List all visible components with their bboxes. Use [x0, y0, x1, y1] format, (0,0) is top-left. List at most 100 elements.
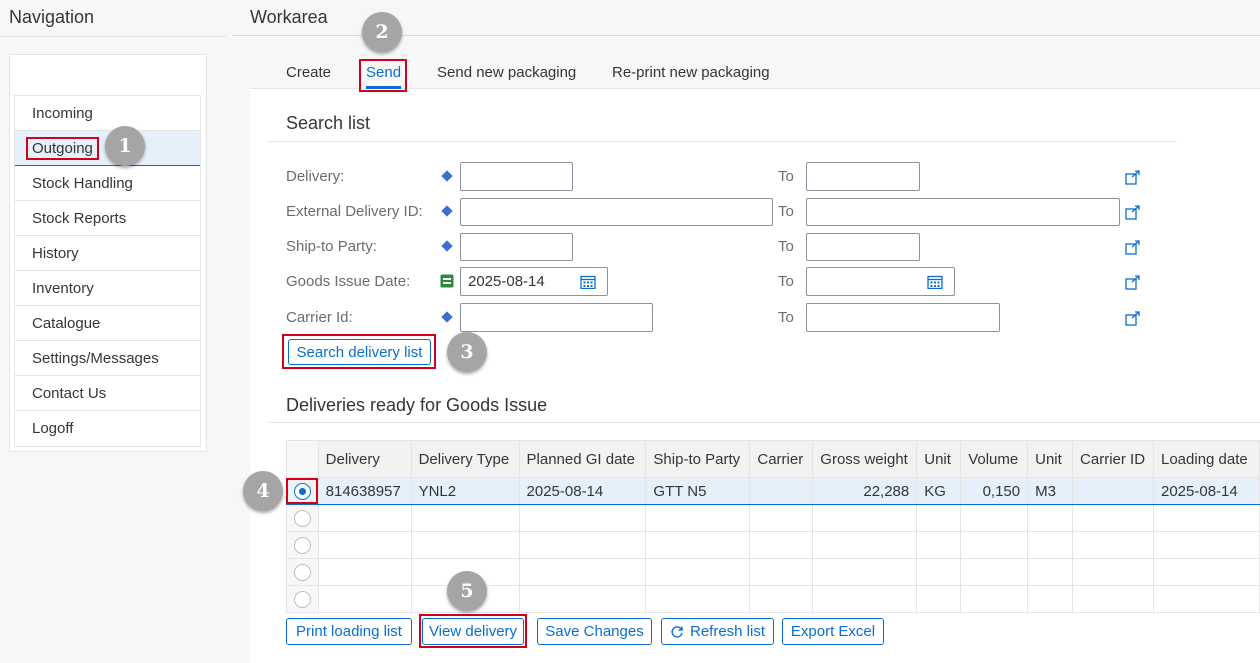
search-delivery-list-button[interactable]: Search delivery list	[288, 339, 431, 365]
delivery-from-input[interactable]	[460, 162, 573, 191]
search-list-title: Search list	[286, 113, 371, 133]
table-cell: 2025-08-14	[1153, 477, 1260, 505]
table-cell	[1027, 531, 1074, 559]
nav-item-history[interactable]: History	[15, 236, 200, 271]
row-selector[interactable]	[286, 531, 319, 559]
table-cell	[645, 558, 751, 586]
ship-to-party-to-input[interactable]	[806, 233, 920, 261]
external-delivery-id-to-input[interactable]	[806, 198, 1120, 226]
table-cell	[645, 585, 751, 613]
table-cell	[317, 558, 412, 586]
multiple-selection-icon[interactable]	[1125, 274, 1141, 290]
table-cell	[916, 531, 962, 559]
column-header-delivery[interactable]: Delivery	[317, 440, 412, 478]
view-delivery-button[interactable]: View delivery	[422, 618, 524, 645]
multiple-selection-icon[interactable]	[1125, 310, 1141, 326]
highlight-box-row-select	[286, 478, 318, 504]
carrier-id-from-input[interactable]	[460, 303, 653, 332]
column-header-carrier[interactable]: Carrier	[749, 440, 814, 478]
table-cell	[645, 531, 751, 559]
carrier-id-to-input[interactable]	[806, 303, 1000, 332]
tab-create[interactable]: Create	[286, 64, 331, 81]
table-cell	[749, 558, 814, 586]
nav-item-catalogue[interactable]: Catalogue	[15, 306, 200, 341]
nav-item-label: Catalogue	[32, 314, 101, 332]
row-selector[interactable]	[286, 585, 319, 613]
table-cell	[1072, 531, 1154, 559]
tab-send-new-packaging[interactable]: Send new packaging	[437, 64, 576, 81]
column-header-gross-weight[interactable]: Gross weight	[812, 440, 918, 478]
refresh-list-button[interactable]: Refresh list	[661, 618, 774, 645]
multiple-selection-icon[interactable]	[1125, 204, 1141, 220]
external-delivery-id-from-input[interactable]	[460, 198, 773, 226]
table-cell: 22,288	[812, 477, 918, 505]
column-header-loading-date[interactable]: Loading date	[1153, 440, 1260, 478]
goods-issue-date-from-value: 2025-08-14	[468, 273, 545, 290]
table-cell	[916, 504, 962, 532]
multiple-selection-icon[interactable]	[1125, 239, 1141, 255]
nav-item-label: Settings/Messages	[32, 349, 159, 367]
calendar-green-icon	[440, 274, 454, 288]
nav-item-settings-messages[interactable]: Settings/Messages	[15, 341, 200, 376]
row-radio-button[interactable]	[293, 563, 311, 581]
column-header-volume[interactable]: Volume	[960, 440, 1029, 478]
nav-item-stock-reports[interactable]: Stock Reports	[15, 201, 200, 236]
table-cell	[518, 585, 647, 613]
select-all-header[interactable]	[286, 440, 319, 478]
row-radio-button[interactable]	[293, 509, 311, 527]
nav-item-contact-us[interactable]: Contact Us	[15, 376, 200, 411]
table-row-empty	[286, 558, 1260, 586]
ship-to-party-to-label: To	[778, 238, 794, 255]
table-cell	[317, 504, 412, 532]
nav-item-incoming[interactable]: Incoming	[15, 96, 200, 131]
table-cell	[1072, 585, 1154, 613]
callout-badge: 1	[105, 126, 145, 166]
table-cell	[1153, 531, 1260, 559]
multiple-selection-icon[interactable]	[1125, 169, 1141, 185]
row-radio-button[interactable]	[293, 590, 311, 608]
row-selector[interactable]	[286, 504, 319, 532]
row-radio-button[interactable]	[293, 536, 311, 554]
table-cell	[812, 504, 918, 532]
ship-to-party-label: Ship-to Party:	[286, 238, 377, 255]
table-cell	[518, 558, 647, 586]
column-header-carrier-id[interactable]: Carrier ID	[1072, 440, 1154, 478]
table-cell	[916, 585, 962, 613]
callout-badge: 2	[362, 12, 402, 52]
nav-item-label: Stock Handling	[32, 174, 133, 192]
refresh-icon	[671, 625, 683, 638]
column-header-volume-unit[interactable]: Unit	[1027, 440, 1074, 478]
table-cell	[1072, 504, 1154, 532]
goods-issue-date-to-label: To	[778, 273, 794, 290]
deliveries-divider	[268, 422, 1260, 423]
navigation-title: Navigation	[9, 7, 95, 27]
export-excel-button[interactable]: Export Excel	[782, 618, 884, 645]
nav-item-logoff[interactable]: Logoff	[15, 411, 200, 446]
row-selector[interactable]	[286, 558, 319, 586]
column-header-ship-to-party[interactable]: Ship-to Party	[645, 440, 751, 478]
nav-item-label: Incoming	[32, 104, 93, 122]
table-cell: KG	[916, 477, 962, 505]
table-cell	[410, 531, 520, 559]
calendar-icon[interactable]	[927, 275, 943, 289]
tab-reprint-new-packaging[interactable]: Re-print new packaging	[612, 64, 770, 81]
print-loading-list-button[interactable]: Print loading list	[286, 618, 412, 645]
external-delivery-id-to-label: To	[778, 203, 794, 220]
callout-badge: 5	[447, 571, 487, 611]
table-cell	[749, 585, 814, 613]
column-header-delivery-type[interactable]: Delivery Type	[410, 440, 520, 478]
callout-badge: 3	[447, 332, 487, 372]
calendar-icon[interactable]	[580, 275, 596, 289]
table-row[interactable]: 814638957 YNL2 2025-08-14 GTT N5 22,288 …	[286, 477, 1260, 505]
delivery-to-input[interactable]	[806, 162, 920, 191]
nav-item-stock-handling[interactable]: Stock Handling	[15, 166, 200, 201]
ship-to-party-from-input[interactable]	[460, 233, 573, 261]
column-header-unit[interactable]: Unit	[916, 440, 962, 478]
save-changes-button[interactable]: Save Changes	[537, 618, 652, 645]
callout-badge: 4	[243, 471, 283, 511]
column-header-planned-gi-date[interactable]: Planned GI date	[518, 440, 647, 478]
table-cell	[1072, 558, 1154, 586]
table-cell: GTT N5	[645, 477, 751, 505]
nav-item-inventory[interactable]: Inventory	[15, 271, 200, 306]
table-cell	[960, 585, 1029, 613]
